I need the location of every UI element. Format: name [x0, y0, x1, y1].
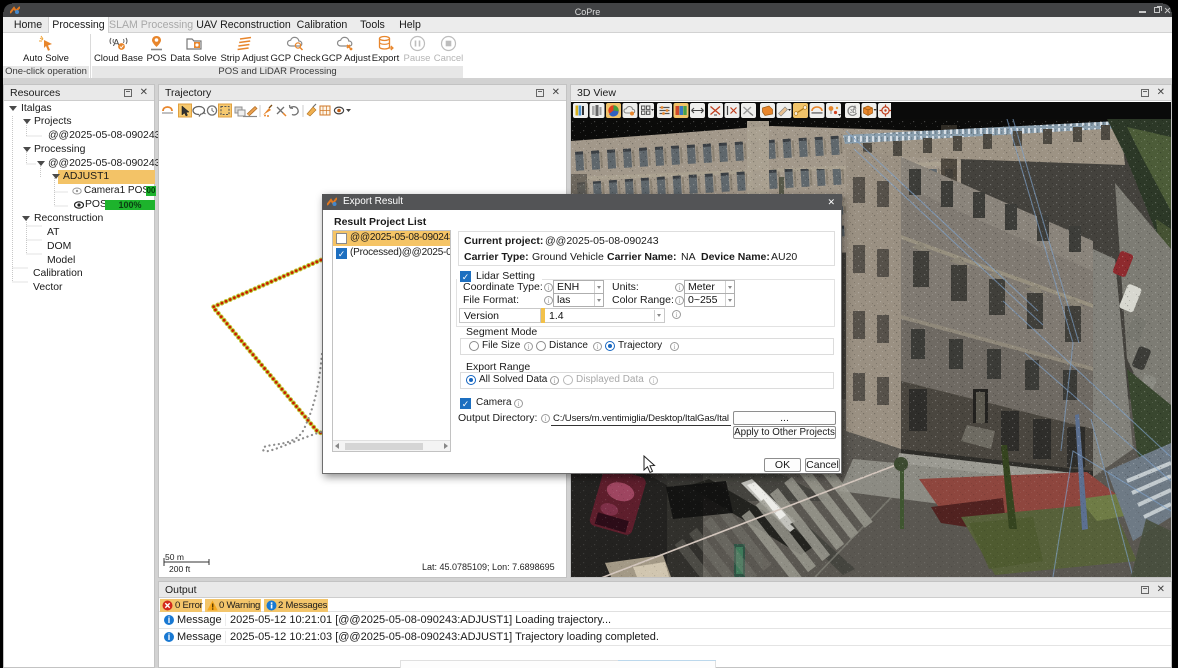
- svg-text:3D: 3D: [850, 109, 857, 115]
